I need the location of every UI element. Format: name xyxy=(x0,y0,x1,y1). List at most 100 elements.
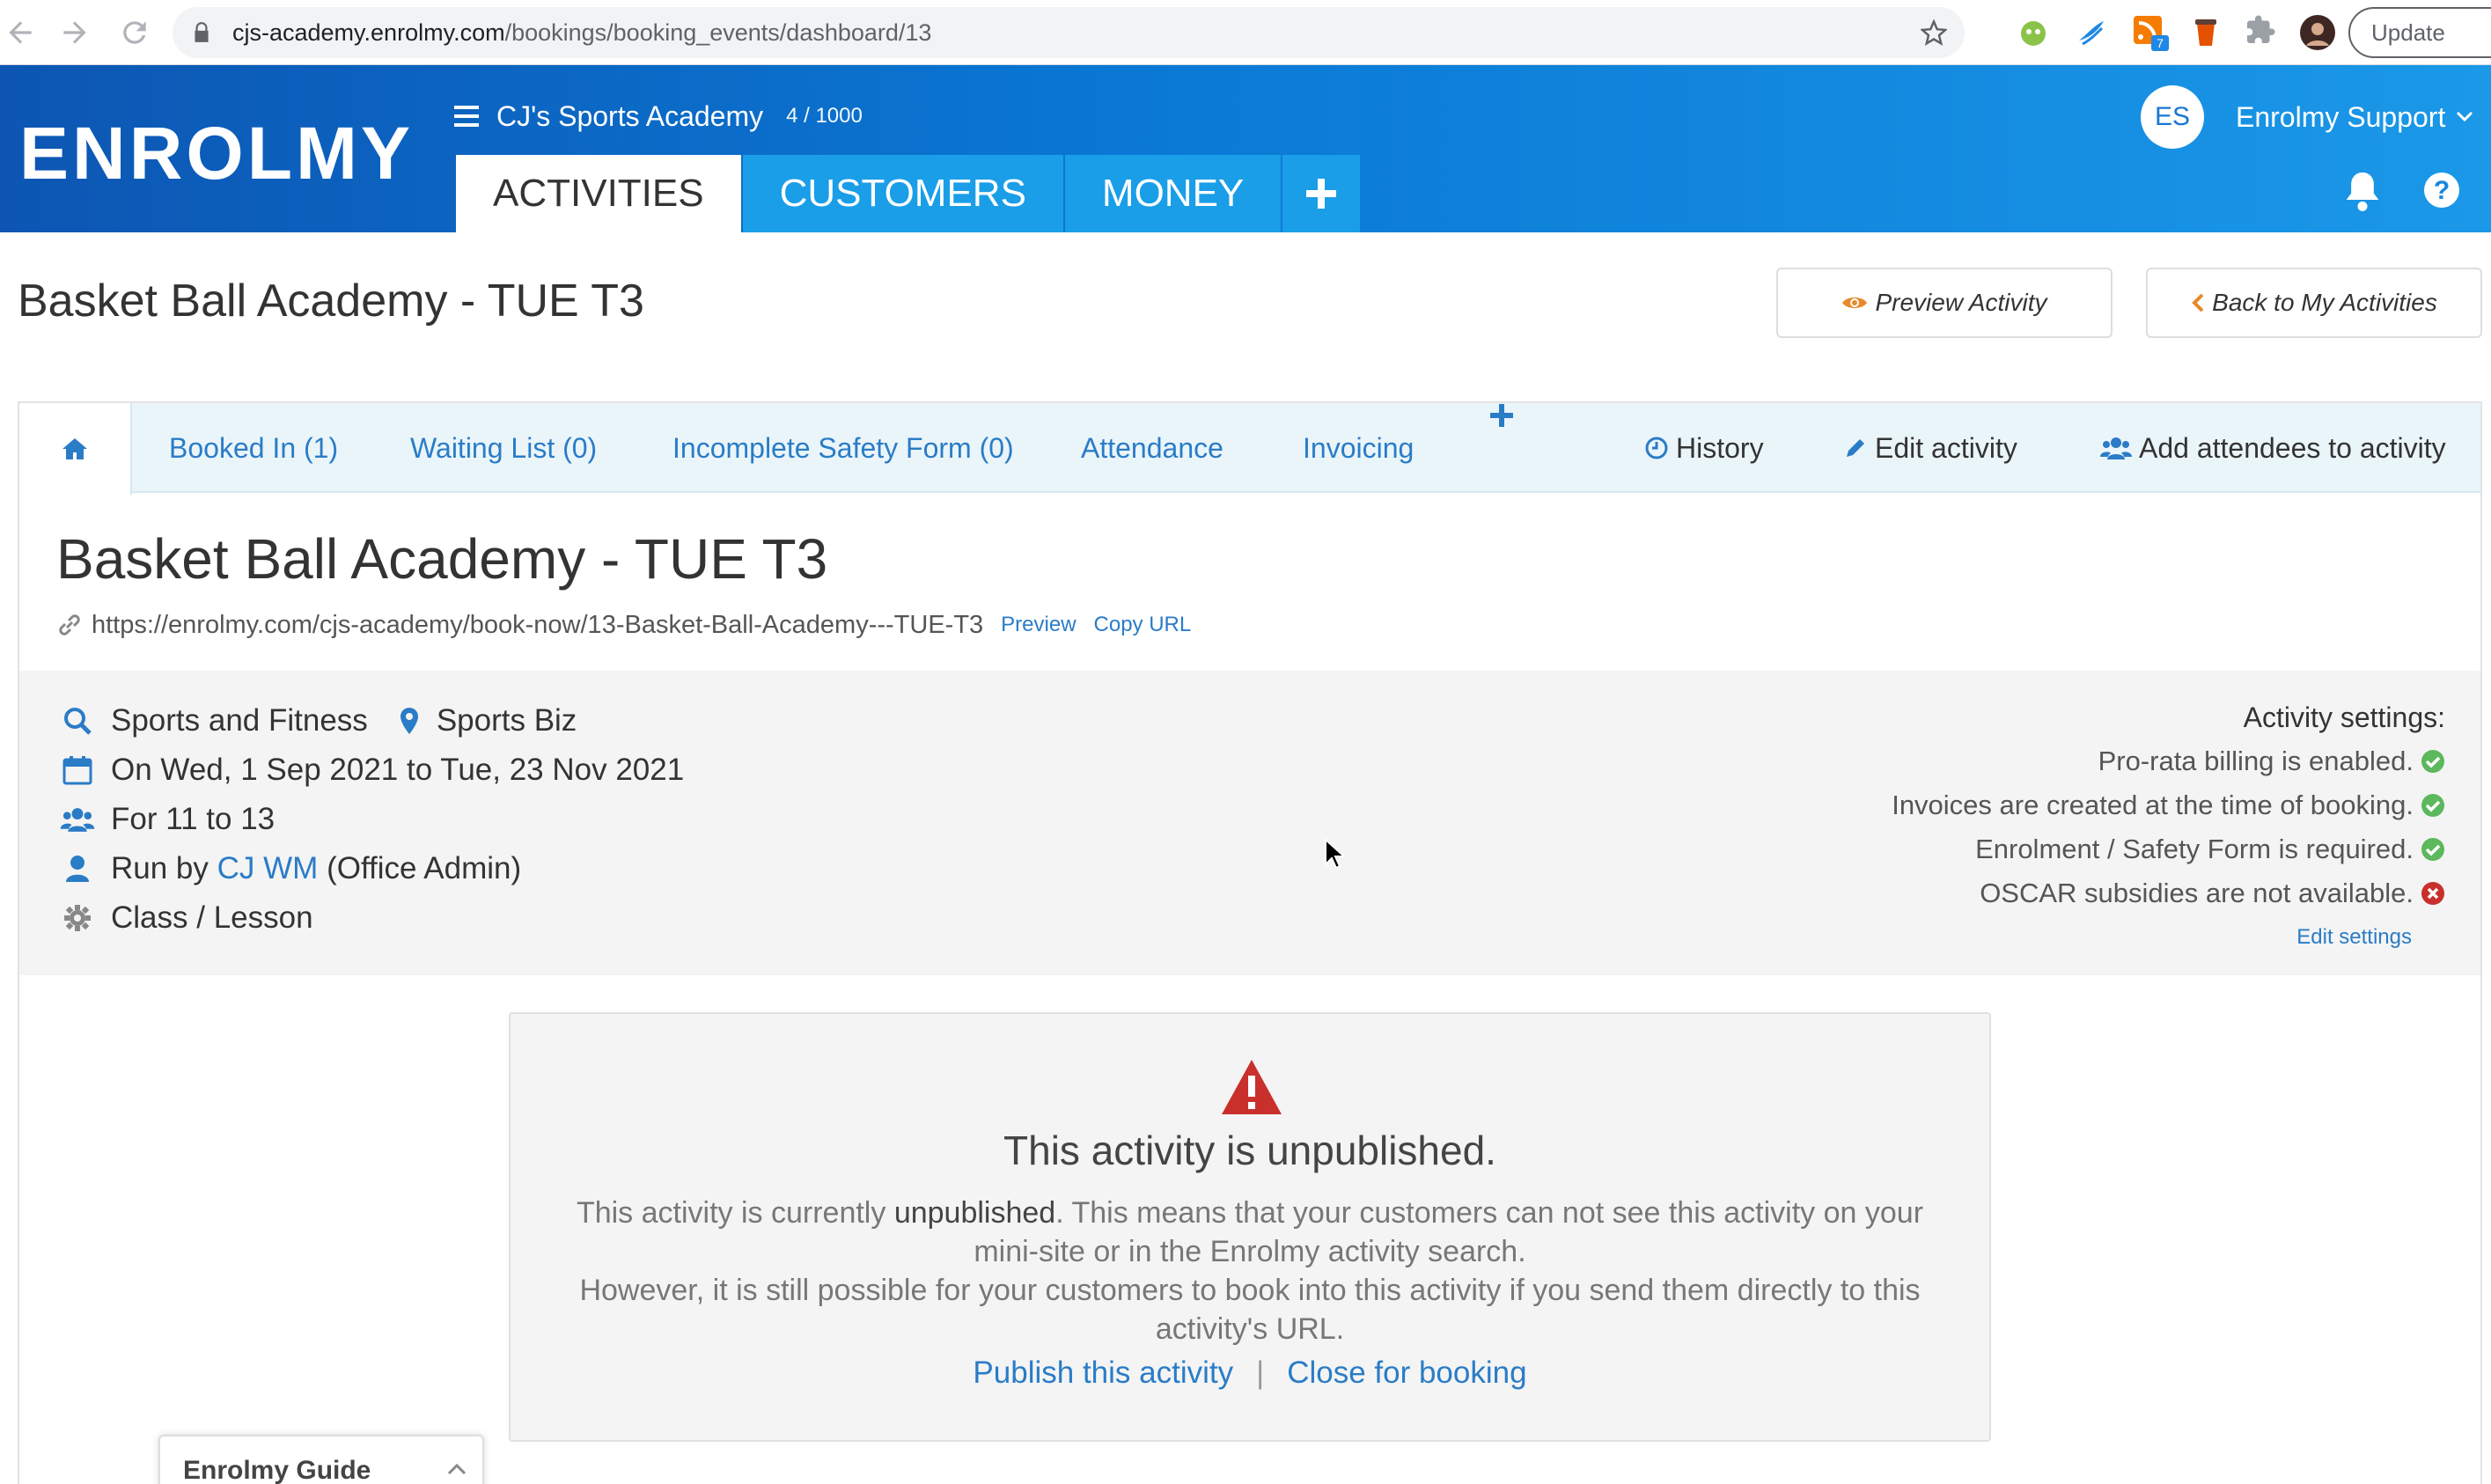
tab-add-button[interactable] xyxy=(1282,155,1361,232)
subnav-home[interactable] xyxy=(19,403,132,495)
notice-body: This activity is currently unpublished. … xyxy=(576,1196,1924,1346)
activity-title: Basket Ball Academy - TUE T3 xyxy=(56,527,828,591)
org-switcher[interactable]: CJ's Sports Academy 4 / 1000 xyxy=(454,99,863,134)
back-to-activities-label: Back to My Activities xyxy=(2212,289,2437,316)
gear-icon xyxy=(60,904,95,932)
activity-settings: Activity settings: Pro-rata billing is e… xyxy=(1892,695,2445,959)
user-menu[interactable]: ES Enrolmy Support xyxy=(2141,84,2473,150)
bookmark-star-icon[interactable] xyxy=(1921,19,1947,46)
notice-actions: Publish this activity | Close for bookin… xyxy=(511,1355,1989,1391)
extension-feather-icon[interactable] xyxy=(2074,14,2109,49)
back-arrow-icon[interactable] xyxy=(4,16,37,49)
users-group-icon xyxy=(60,806,95,833)
activity-ages: For 11 to 13 xyxy=(111,802,276,836)
tab-activities[interactable]: ACTIVITIES xyxy=(456,155,741,232)
info-run-by: Run by CJ WM (Office Admin) xyxy=(60,847,521,891)
guide-title: Enrolmy Guide xyxy=(183,1456,371,1484)
pencil-icon xyxy=(1843,436,1868,460)
map-marker-icon xyxy=(400,707,419,735)
reload-icon[interactable] xyxy=(118,16,151,49)
hamburger-menu-icon[interactable] xyxy=(454,106,479,127)
subnav-edit-activity[interactable]: Edit activity xyxy=(1843,403,2017,493)
subnav-add-attendees[interactable]: Add attendees to activity xyxy=(2100,403,2446,493)
info-ages: For 11 to 13 xyxy=(60,797,275,841)
chevron-down-icon xyxy=(2456,111,2473,123)
back-to-activities-button[interactable]: Back to My Activities xyxy=(2146,268,2482,338)
actions-separator: | xyxy=(1256,1355,1265,1390)
profile-avatar-icon[interactable] xyxy=(2299,14,2335,50)
activity-subnav: Booked In (1) Waiting List (0) Incomplet… xyxy=(19,403,2480,495)
extension-android-icon[interactable] xyxy=(2016,14,2051,49)
activity-info-panel: Sports and Fitness Sports Biz On Wed, 1 … xyxy=(19,671,2480,975)
plus-icon xyxy=(1306,179,1337,209)
check-circle-icon xyxy=(2421,749,2445,774)
settings-heading: Activity settings: xyxy=(2243,702,2445,733)
info-dates: On Wed, 1 Sep 2021 to Tue, 23 Nov 2021 xyxy=(60,748,684,792)
calendar-icon xyxy=(60,755,95,785)
subnav-booked-in[interactable]: Booked In (1) xyxy=(169,403,338,493)
search-icon xyxy=(60,706,95,736)
address-url: cjs-academy.enrolmy.com/bookings/booking… xyxy=(232,19,932,46)
page-title: Basket Ball Academy - TUE T3 xyxy=(18,275,644,327)
subnav-attendance[interactable]: Attendance xyxy=(1081,403,1223,493)
extensions-puzzle-icon[interactable] xyxy=(2245,14,2280,49)
link-icon xyxy=(56,612,83,638)
eye-icon xyxy=(1841,294,1868,312)
tab-money[interactable]: MONEY xyxy=(1064,155,1282,232)
activity-dates: On Wed, 1 Sep 2021 to Tue, 23 Nov 2021 xyxy=(111,753,685,787)
help-question-icon[interactable]: ? xyxy=(2422,171,2461,209)
setting-invoices: Invoices are created at the time of book… xyxy=(1892,783,2445,827)
activity-url: https://enrolmy.com/cjs-academy/book-now… xyxy=(92,610,984,639)
chevron-up-icon[interactable] xyxy=(447,1463,467,1475)
plus-icon xyxy=(1490,404,1513,427)
chevron-left-icon xyxy=(2191,292,2205,313)
history-label: History xyxy=(1676,432,1764,464)
extension-rss-badge-icon[interactable]: 7 xyxy=(2132,14,2169,51)
run-by-role: (Office Admin) xyxy=(327,851,522,885)
org-name: CJ's Sports Academy xyxy=(496,99,764,132)
copy-url-link[interactable]: Copy URL xyxy=(1094,613,1192,637)
run-by-prefix: Run by xyxy=(111,851,209,885)
subnav-history[interactable]: History xyxy=(1644,403,1764,493)
user-name: Enrolmy Support xyxy=(2236,100,2446,133)
setting-pro-rata: Pro-rata billing is enabled. xyxy=(1892,739,2445,783)
extension-coffee-icon[interactable] xyxy=(2188,14,2223,49)
preview-activity-button[interactable]: Preview Activity xyxy=(1776,268,2113,338)
org-activity-count: 4 / 1000 xyxy=(786,104,863,128)
edit-settings-link[interactable]: Edit settings xyxy=(1892,915,2412,959)
enrolmy-guide-widget[interactable]: Enrolmy Guide xyxy=(158,1435,484,1484)
subnav-invoicing[interactable]: Invoicing xyxy=(1303,403,1414,493)
lock-icon xyxy=(190,21,213,44)
add-attendees-label: Add attendees to activity xyxy=(2139,432,2446,464)
publish-activity-link[interactable]: Publish this activity xyxy=(973,1355,1233,1391)
tab-customers[interactable]: CUSTOMERS xyxy=(742,155,1063,232)
forward-arrow-icon[interactable] xyxy=(58,16,92,49)
main-tabs: ACTIVITIES CUSTOMERS MONEY xyxy=(456,155,1362,232)
info-category-location: Sports and Fitness Sports Biz xyxy=(60,699,577,743)
check-circle-icon xyxy=(2421,837,2445,862)
subnav-add-tab[interactable] xyxy=(1489,403,1514,428)
address-bar[interactable]: cjs-academy.enrolmy.com/bookings/booking… xyxy=(173,7,1965,58)
mouse-cursor-icon xyxy=(1324,838,1345,870)
svg-text:?: ? xyxy=(2434,176,2450,205)
svg-text:7: 7 xyxy=(2157,36,2164,50)
browser-update-button[interactable]: Update xyxy=(2348,7,2491,58)
setting-oscar: OSCAR subsidies are not available. xyxy=(1892,871,2445,915)
enrolmy-logo[interactable]: ENROLMY xyxy=(19,116,414,190)
info-type: Class / Lesson xyxy=(60,896,313,940)
users-group-icon xyxy=(2100,436,2132,460)
activity-url-row: https://enrolmy.com/cjs-academy/book-now… xyxy=(56,607,1191,643)
subnav-incomplete-safety-form[interactable]: Incomplete Safety Form (0) xyxy=(672,403,1014,493)
setting-safety-form: Enrolment / Safety Form is required. xyxy=(1892,827,2445,871)
close-for-booking-link[interactable]: Close for booking xyxy=(1287,1355,1526,1391)
preview-link[interactable]: Preview xyxy=(1001,613,1076,637)
subnav-waiting-list[interactable]: Waiting List (0) xyxy=(410,403,597,493)
app-header: ENROLMY CJ's Sports Academy 4 / 1000 ACT… xyxy=(0,65,2491,232)
warning-triangle-icon xyxy=(1220,1058,1283,1116)
notifications-bell-icon[interactable] xyxy=(2343,169,2382,211)
preview-activity-label: Preview Activity xyxy=(1875,289,2047,316)
home-icon xyxy=(62,438,87,459)
run-by-name-link[interactable]: CJ WM xyxy=(217,851,319,886)
activity-category: Sports and Fitness xyxy=(111,703,368,738)
error-circle-icon xyxy=(2421,881,2445,906)
